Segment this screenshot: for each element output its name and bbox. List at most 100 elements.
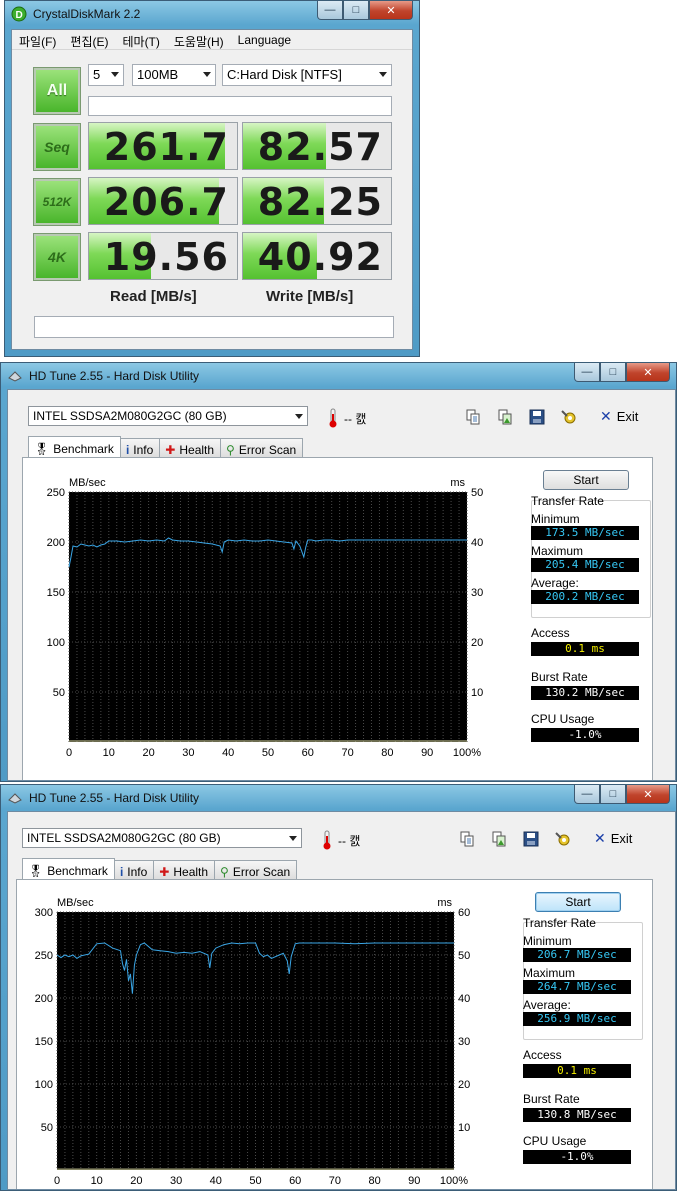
seq-write-box: 82.57 — [242, 122, 392, 170]
close-icon: ✕ — [386, 4, 396, 17]
temperature-value: -- 캜 — [338, 834, 361, 848]
y-tick-label-right: 60 — [458, 907, 470, 919]
size-value: 100MB — [137, 67, 179, 82]
magnifier-icon: ⚲ — [220, 864, 229, 879]
chevron-down-icon — [379, 72, 387, 77]
options-icon — [555, 832, 570, 846]
exit-label: Exit — [610, 831, 633, 846]
seq-button[interactable]: Seq — [33, 123, 81, 171]
maximum-label: Maximum — [531, 544, 584, 558]
options-icon — [561, 410, 576, 424]
minimize-button[interactable]: — — [574, 785, 600, 804]
menu-file[interactable]: 파일(F) — [12, 30, 63, 49]
drive-select[interactable]: INTEL SSDSA2M080G2GC (80 GB) — [28, 406, 308, 426]
menu-language[interactable]: Language — [231, 30, 298, 49]
tab-health[interactable]: ✚ Health — [159, 438, 222, 458]
close-button[interactable]: ✕ — [369, 1, 413, 20]
start-button[interactable]: Start — [535, 892, 621, 912]
x-tick-label: 90 — [421, 747, 433, 759]
tab-label: Info — [127, 864, 148, 879]
y-axis-unit-right: ms — [437, 897, 452, 909]
transfer-rate-label: Transfer Rate — [523, 916, 596, 930]
thermometer-icon — [323, 830, 331, 850]
options-button[interactable] — [552, 828, 574, 850]
chevron-down-icon — [203, 72, 211, 77]
cpu-usage-label: CPU Usage — [523, 1134, 587, 1148]
x-tick-label: 20 — [130, 1175, 142, 1187]
x-tick-label: 30 — [182, 747, 194, 759]
copy-image-icon — [492, 831, 506, 847]
tab-strip: 🎖 Benchmark i Info ✚ Health ⚲ Error Scan — [22, 858, 298, 880]
title-bar[interactable]: HD Tune 2.55 - Hard Disk Utility — □ ✕ — [1, 363, 676, 389]
tab-error-scan[interactable]: ⚲ Error Scan — [214, 860, 298, 880]
exit-button[interactable]: ✕ Exit — [600, 408, 638, 425]
maximum-value: 205.4 MB/sec — [531, 558, 639, 572]
copy-picture-button[interactable] — [488, 828, 510, 850]
burst-rate-value: 130.8 MB/sec — [523, 1108, 631, 1122]
minimize-button[interactable]: — — [317, 1, 343, 20]
close-icon: ✕ — [643, 366, 653, 379]
menu-help[interactable]: 도움말(H) — [167, 30, 231, 49]
save-button[interactable] — [520, 828, 542, 850]
thermometer-icon — [329, 408, 337, 428]
exit-icon: ✕ — [594, 830, 606, 846]
tab-benchmark[interactable]: 🎖 Benchmark — [28, 436, 121, 458]
minimize-button[interactable]: — — [574, 363, 600, 382]
tab-error-scan[interactable]: ⚲ Error Scan — [220, 438, 304, 458]
menu-theme[interactable]: 테마(T) — [115, 30, 166, 49]
x-tick-label: 70 — [329, 1175, 341, 1187]
copy-picture-button[interactable] — [494, 406, 516, 428]
comment-field[interactable] — [34, 316, 394, 338]
cpu-usage-label: CPU Usage — [531, 712, 595, 726]
tab-label: Error Scan — [232, 864, 291, 879]
maximize-button[interactable]: □ — [600, 785, 626, 804]
y-tick-label-right: 20 — [458, 1079, 470, 1091]
tab-info[interactable]: i Info — [119, 438, 161, 458]
drive-select[interactable]: INTEL SSDSA2M080G2GC (80 GB) — [22, 828, 302, 848]
copy-text-button[interactable] — [462, 406, 484, 428]
y-tick-label-right: 10 — [458, 1122, 470, 1134]
close-button[interactable]: ✕ — [626, 785, 670, 804]
512k-button[interactable]: 512K — [33, 178, 81, 226]
tab-health[interactable]: ✚ Health — [153, 860, 216, 880]
copy-text-button[interactable] — [456, 828, 478, 850]
size-select[interactable]: 100MB — [132, 64, 216, 86]
tab-info[interactable]: i Info — [113, 860, 155, 880]
minimum-label: Minimum — [531, 512, 580, 526]
menu-bar: 파일(F) 편집(E) 테마(T) 도움말(H) Language — [12, 30, 412, 50]
count-select[interactable]: 5 — [88, 64, 124, 86]
x-tick-label: 80 — [368, 1175, 380, 1187]
x-tick-label: 100% — [453, 747, 481, 759]
exit-button[interactable]: ✕ Exit — [594, 830, 632, 847]
maximize-button[interactable]: □ — [600, 363, 626, 382]
all-button[interactable]: All — [33, 67, 81, 115]
tab-label: Benchmark — [47, 863, 108, 878]
4k-button[interactable]: 4K — [33, 233, 81, 281]
x-tick-label: 50 — [262, 747, 274, 759]
x-tick-label: 80 — [381, 747, 393, 759]
y-tick-label-right: 50 — [458, 950, 470, 962]
menu-edit[interactable]: 편집(E) — [63, 30, 115, 49]
chevron-down-icon — [111, 72, 119, 77]
tab-benchmark[interactable]: 🎖 Benchmark — [22, 858, 115, 880]
y-tick-label-left: 50 — [41, 1122, 53, 1134]
tab-label: Health — [173, 864, 209, 879]
options-button[interactable] — [558, 406, 580, 428]
minimize-icon: — — [324, 4, 336, 16]
y-tick-label-right: 30 — [458, 1036, 470, 1048]
title-bar[interactable]: D CrystalDiskMark 2.2 — □ ✕ — [5, 1, 419, 27]
maximize-button[interactable]: □ — [343, 1, 369, 20]
chevron-down-icon — [289, 836, 297, 841]
y-tick-label-right: 40 — [471, 537, 483, 549]
y-tick-label-left: 100 — [47, 637, 65, 649]
y-tick-label-left: 150 — [47, 587, 65, 599]
drive-select[interactable]: C:Hard Disk [NTFS] — [222, 64, 392, 86]
close-button[interactable]: ✕ — [626, 363, 670, 382]
magnifier-icon: ⚲ — [226, 442, 235, 457]
chevron-down-icon — [295, 414, 303, 419]
title-bar[interactable]: HD Tune 2.55 - Hard Disk Utility — □ ✕ — [1, 785, 676, 811]
start-button[interactable]: Start — [543, 470, 629, 490]
hdtune-client-area: INTEL SSDSA2M080G2GC (80 GB) -- 캜 ✕ Exit… — [7, 811, 676, 1190]
access-value: 0.1 ms — [523, 1064, 631, 1078]
save-button[interactable] — [526, 406, 548, 428]
